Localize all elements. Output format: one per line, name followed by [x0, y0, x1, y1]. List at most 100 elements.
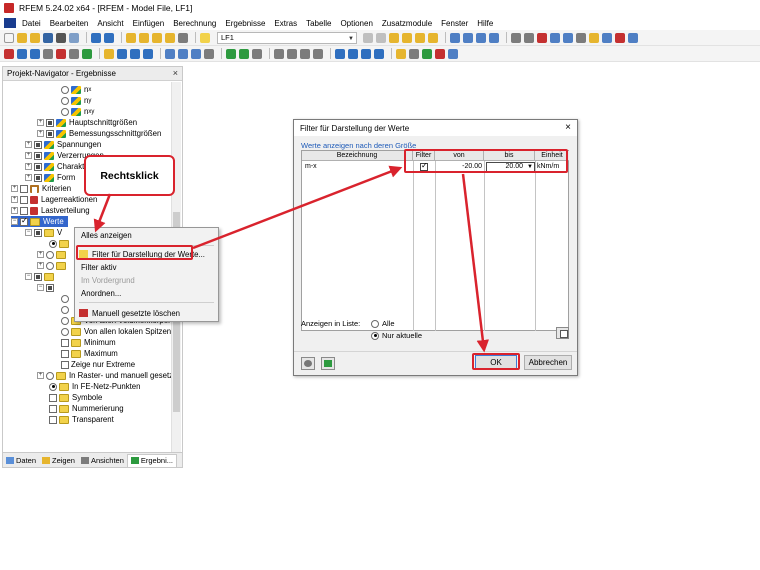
- menu-datei[interactable]: Datei: [22, 19, 41, 28]
- copy-icon[interactable]: [300, 48, 310, 59]
- filter-icon[interactable]: [537, 32, 547, 43]
- lighting-icon[interactable]: [396, 48, 406, 59]
- show-results-icon[interactable]: [389, 32, 399, 43]
- new-file-icon[interactable]: [4, 32, 14, 43]
- solid-view-icon[interactable]: [422, 48, 432, 59]
- filter-checkbox[interactable]: [420, 161, 428, 171]
- menu-ansicht[interactable]: Ansicht: [97, 19, 123, 28]
- surface-load-icon[interactable]: [143, 48, 153, 59]
- tab-ergebnisse[interactable]: Ergebni...: [126, 453, 177, 467]
- view-x-icon[interactable]: [335, 48, 345, 59]
- expand-icon[interactable]: +: [37, 262, 44, 269]
- mesh-refine-icon[interactable]: [239, 48, 249, 59]
- radio-icon[interactable]: [371, 331, 379, 340]
- dimension-icon[interactable]: [165, 48, 175, 59]
- model-check-icon[interactable]: [252, 48, 262, 59]
- surface-icon[interactable]: [82, 48, 92, 59]
- show-values-icon[interactable]: [402, 32, 412, 43]
- hide-icon[interactable]: [435, 48, 445, 59]
- radio-icon[interactable]: [61, 305, 69, 314]
- checkbox[interactable]: [34, 272, 42, 281]
- checkbox[interactable]: [34, 151, 42, 160]
- expand-icon[interactable]: +: [11, 207, 18, 214]
- settings-icon[interactable]: [628, 32, 638, 43]
- mesh-icon[interactable]: [226, 48, 236, 59]
- radio-icon[interactable]: [61, 316, 69, 325]
- tree-item-radio-2[interactable]: +: [37, 249, 69, 260]
- results-icon[interactable]: [152, 32, 162, 43]
- menu-item-alles-anzeigen[interactable]: Alles anzeigen: [77, 229, 216, 241]
- radio-icon[interactable]: [46, 371, 54, 380]
- menu-bearbeiten[interactable]: Bearbeiten: [50, 19, 89, 28]
- tree-item-werte-child[interactable]: − V: [25, 227, 62, 238]
- checkbox[interactable]: [61, 349, 69, 358]
- tree-item-spitzenwerte[interactable]: Von allen lokalen Spitzenw: [61, 326, 171, 337]
- menu-einfuegen[interactable]: Einfügen: [133, 19, 165, 28]
- calculate-icon[interactable]: [139, 32, 149, 43]
- checkbox[interactable]: [34, 162, 42, 171]
- grid-icon[interactable]: [511, 32, 521, 43]
- menu-optionen[interactable]: Optionen: [340, 19, 372, 28]
- loadcase-select[interactable]: LF1 ▼: [217, 31, 357, 44]
- expand-icon[interactable]: +: [11, 196, 18, 203]
- checkbox[interactable]: [20, 195, 28, 204]
- checkbox[interactable]: [20, 216, 28, 226]
- bis-input[interactable]: 20.00 ▼: [486, 162, 535, 172]
- menu-item-manuell-loeschen[interactable]: Manuell gesetzte löschen: [77, 307, 216, 319]
- collapse-icon[interactable]: −: [37, 284, 44, 291]
- radio-icon[interactable]: [61, 327, 69, 336]
- checkbox[interactable]: [61, 338, 69, 347]
- tab-ansichten[interactable]: Ansichten: [78, 454, 127, 467]
- view-icon[interactable]: [550, 32, 560, 43]
- guideline-icon[interactable]: [191, 48, 201, 59]
- rotate-icon[interactable]: [602, 32, 612, 43]
- expand-icon[interactable]: +: [25, 141, 32, 148]
- tree-item-hauptschnittgroessen[interactable]: + Hauptschnittgrößen: [37, 117, 137, 128]
- menu-hilfe[interactable]: Hilfe: [477, 19, 493, 28]
- node-icon[interactable]: [4, 48, 14, 59]
- animation-icon[interactable]: [428, 32, 438, 43]
- radio-alle[interactable]: Alle: [371, 319, 395, 328]
- radio-icon[interactable]: [371, 319, 379, 328]
- tree-item-radio-5[interactable]: [61, 304, 71, 315]
- tree-item-lagerreaktionen[interactable]: + Lagerreaktionen: [11, 194, 97, 205]
- snap-icon[interactable]: [524, 32, 534, 43]
- zoom-icon[interactable]: [563, 32, 573, 43]
- checkbox[interactable]: [61, 360, 69, 369]
- tab-zeigen[interactable]: Zeigen: [39, 454, 78, 467]
- member-results-icon[interactable]: [463, 32, 473, 43]
- checkbox[interactable]: [34, 228, 42, 237]
- deformation-icon[interactable]: [415, 32, 425, 43]
- render-icon[interactable]: [589, 32, 599, 43]
- select-icon[interactable]: [274, 48, 284, 59]
- section-icon[interactable]: [450, 32, 460, 43]
- member-icon[interactable]: [30, 48, 40, 59]
- tree-item-symbole[interactable]: Symbole: [49, 392, 102, 403]
- tree-item-ny[interactable]: ny: [61, 95, 91, 106]
- tree-item-radio-4[interactable]: [61, 293, 71, 304]
- member-load-icon[interactable]: [130, 48, 140, 59]
- tree-item-maximum[interactable]: Maximum: [61, 348, 118, 359]
- tree-item-bemessungsschnittgroessen[interactable]: + Bemessungsschnittgrößen: [37, 128, 161, 139]
- menu-item-anordnen[interactable]: Anordnen...: [77, 287, 216, 299]
- window-icon[interactable]: [576, 32, 586, 43]
- checkbox[interactable]: [34, 173, 42, 182]
- expand-icon[interactable]: +: [25, 152, 32, 159]
- view-iso-icon[interactable]: [374, 48, 384, 59]
- menu-ergebnisse[interactable]: Ergebnisse: [225, 19, 265, 28]
- tree-item-transparent[interactable]: Transparent: [49, 414, 114, 425]
- previous-loadcase-icon[interactable]: [363, 32, 373, 43]
- tree-item-kriterien[interactable]: + Kriterien: [11, 183, 71, 194]
- table-filter-button[interactable]: [556, 327, 569, 339]
- radio-icon[interactable]: [61, 294, 69, 303]
- tree-item-extreme[interactable]: Zeige nur Extreme: [61, 359, 135, 370]
- next-loadcase-icon[interactable]: [376, 32, 386, 43]
- collapse-icon[interactable]: −: [11, 218, 18, 225]
- ok-button[interactable]: OK: [475, 355, 517, 370]
- expand-icon[interactable]: +: [25, 163, 32, 170]
- expand-icon[interactable]: +: [37, 251, 44, 258]
- print-icon[interactable]: [56, 32, 66, 43]
- checkbox[interactable]: [46, 283, 54, 292]
- save-icon[interactable]: [43, 32, 53, 43]
- radio-icon[interactable]: [46, 261, 54, 270]
